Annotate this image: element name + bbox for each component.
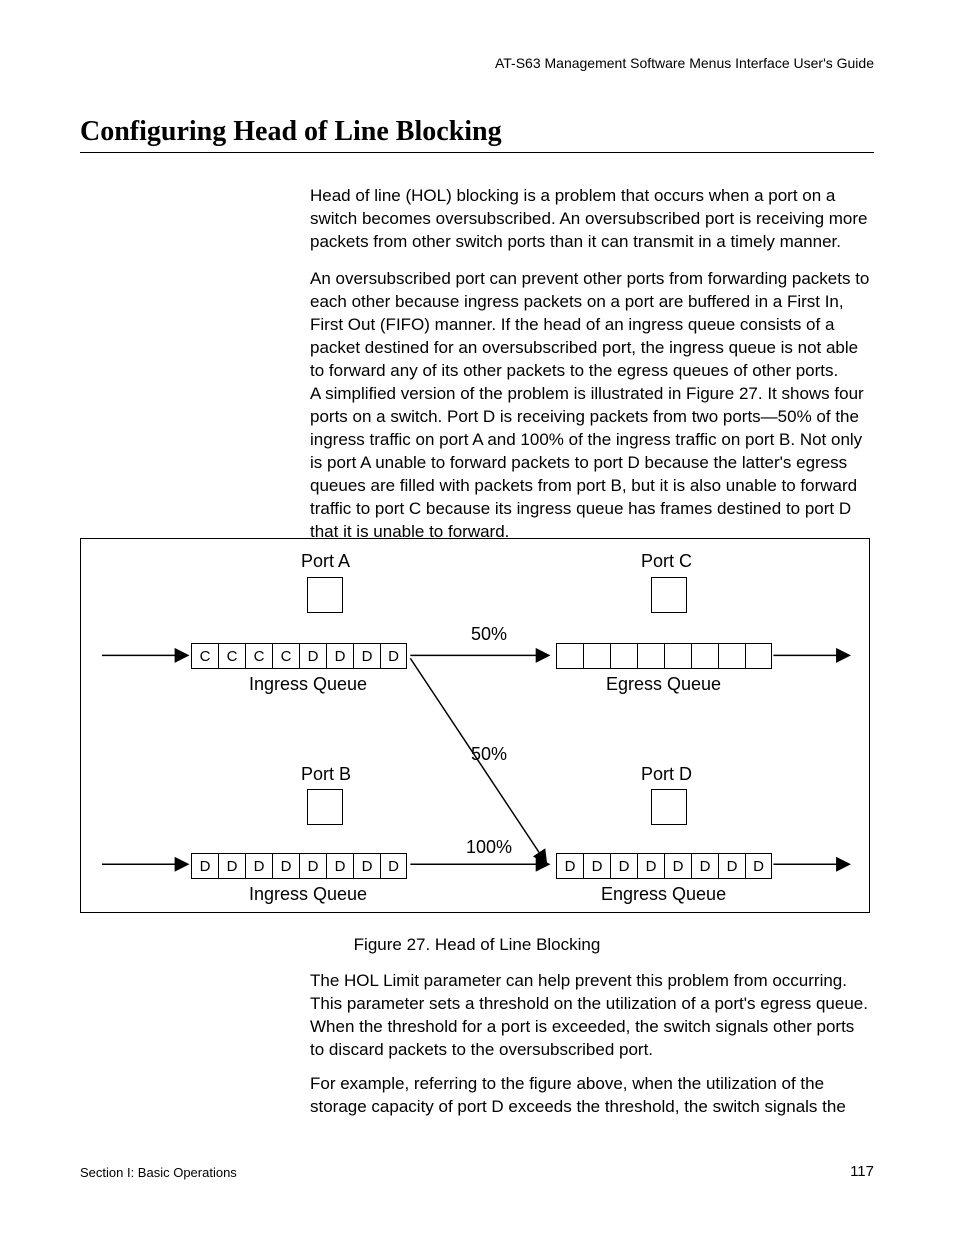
header-guide-title: AT-S63 Management Software Menus Interfa… <box>495 55 874 71</box>
queue-cell: D <box>380 853 407 879</box>
port-a-queue: CCCCDDDD <box>191 643 407 669</box>
port-c-queue-label: Egress Queue <box>606 674 721 695</box>
port-b-box <box>307 789 343 825</box>
queue-cell: D <box>637 853 664 879</box>
percent-50-mid: 50% <box>471 744 507 765</box>
queue-cell: D <box>380 643 407 669</box>
queue-cell: C <box>191 643 218 669</box>
figure-27: Port A CCCCDDDD Ingress Queue Port C Egr… <box>80 538 870 913</box>
queue-cell: D <box>299 853 326 879</box>
figure-caption: Figure 27. Head of Line Blocking <box>0 935 954 955</box>
percent-100: 100% <box>466 837 512 858</box>
port-a-box <box>307 577 343 613</box>
queue-cell <box>664 643 691 669</box>
port-c-queue <box>556 643 772 669</box>
queue-cell: D <box>583 853 610 879</box>
paragraph-5: For example, referring to the figure abo… <box>310 1073 870 1119</box>
queue-cell <box>637 643 664 669</box>
queue-cell: D <box>272 853 299 879</box>
queue-cell: D <box>299 643 326 669</box>
port-a-queue-label: Ingress Queue <box>249 674 367 695</box>
queue-cell: D <box>326 643 353 669</box>
queue-cell <box>745 643 772 669</box>
queue-cell: C <box>245 643 272 669</box>
port-c-label: Port C <box>641 551 692 572</box>
port-c-box <box>651 577 687 613</box>
queue-cell <box>583 643 610 669</box>
port-b-queue: DDDDDDDD <box>191 853 407 879</box>
queue-cell <box>691 643 718 669</box>
port-d-box <box>651 789 687 825</box>
queue-cell: D <box>326 853 353 879</box>
queue-cell: D <box>353 853 380 879</box>
queue-cell: D <box>218 853 245 879</box>
page: AT-S63 Management Software Menus Interfa… <box>0 0 954 1235</box>
queue-cell: D <box>718 853 745 879</box>
queue-cell: D <box>610 853 637 879</box>
paragraph-3: A simplified version of the problem is i… <box>310 383 870 544</box>
queue-cell: D <box>191 853 218 879</box>
queue-cell: D <box>556 853 583 879</box>
queue-cell: D <box>664 853 691 879</box>
footer-page-number: 117 <box>850 1163 874 1180</box>
port-b-queue-label: Ingress Queue <box>249 884 367 905</box>
paragraph-2: An oversubscribed port can prevent other… <box>310 268 870 383</box>
queue-cell <box>556 643 583 669</box>
paragraph-4: The HOL Limit parameter can help prevent… <box>310 970 870 1062</box>
queue-cell <box>610 643 637 669</box>
paragraph-1: Head of line (HOL) blocking is a problem… <box>310 185 870 254</box>
percent-50-top: 50% <box>471 624 507 645</box>
port-d-label: Port D <box>641 764 692 785</box>
queue-cell: D <box>691 853 718 879</box>
section-title: Configuring Head of Line Blocking <box>80 116 874 153</box>
port-a-label: Port A <box>301 551 350 572</box>
queue-cell: D <box>353 643 380 669</box>
queue-cell: D <box>245 853 272 879</box>
port-d-queue-label: Engress Queue <box>601 884 726 905</box>
queue-cell: C <box>272 643 299 669</box>
queue-cell: D <box>745 853 772 879</box>
port-d-queue: DDDDDDDD <box>556 853 772 879</box>
queue-cell <box>718 643 745 669</box>
queue-cell: C <box>218 643 245 669</box>
footer-section: Section I: Basic Operations <box>80 1165 237 1180</box>
port-b-label: Port B <box>301 764 351 785</box>
